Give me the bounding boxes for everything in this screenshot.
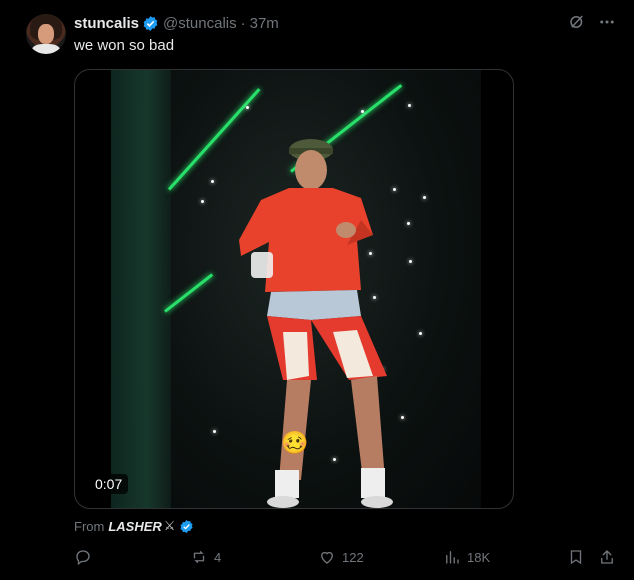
- retweet-button[interactable]: 4: [190, 548, 221, 566]
- tweet-actions: 4 122 18K: [74, 548, 622, 572]
- video-source: From LASHER ⚔: [74, 518, 194, 534]
- avatar[interactable]: [26, 14, 66, 54]
- bookmark-icon: [570, 550, 582, 565]
- reply-icon: [76, 550, 90, 566]
- video-timer: 0:07: [89, 474, 129, 494]
- views-icon: [446, 551, 459, 564]
- timestamp[interactable]: 37m: [250, 15, 279, 32]
- tweet[interactable]: stuncalis @stuncalis · 37m we won so bad: [0, 0, 634, 580]
- tweet-top-actions: [568, 13, 616, 31]
- view-count: 18K: [467, 549, 491, 565]
- video-player[interactable]: 🥴 0:07: [74, 69, 514, 509]
- heart-icon: [321, 551, 333, 564]
- separator-dot: ·: [240, 14, 246, 32]
- author-name[interactable]: stuncalis: [74, 15, 139, 32]
- retweet-icon: [193, 551, 205, 563]
- like-button[interactable]: 122: [318, 548, 364, 566]
- emoji-overlay: 🥴: [281, 430, 309, 455]
- more-icon[interactable]: [598, 13, 616, 31]
- views-button[interactable]: 18K: [443, 548, 490, 566]
- tweet-text: we won so bad: [74, 37, 175, 54]
- source-account[interactable]: LASHER: [108, 519, 161, 534]
- source-prefix: From: [74, 518, 105, 534]
- author-handle[interactable]: @stuncalis: [163, 15, 237, 32]
- verified-badge-icon: [143, 15, 158, 31]
- reply-button[interactable]: [74, 548, 92, 566]
- grok-icon[interactable]: [568, 13, 586, 31]
- verified-badge-icon: [180, 519, 194, 533]
- retweet-count: 4: [214, 549, 222, 565]
- share-icon: [601, 550, 613, 564]
- video-frame[interactable]: 🥴: [111, 70, 481, 508]
- tweet-header: stuncalis @stuncalis · 37m: [74, 13, 279, 33]
- crossed-swords-icon: ⚔: [163, 518, 176, 533]
- share-button[interactable]: [598, 548, 616, 566]
- bookmark-button[interactable]: [567, 548, 585, 566]
- like-count: 122: [342, 549, 364, 565]
